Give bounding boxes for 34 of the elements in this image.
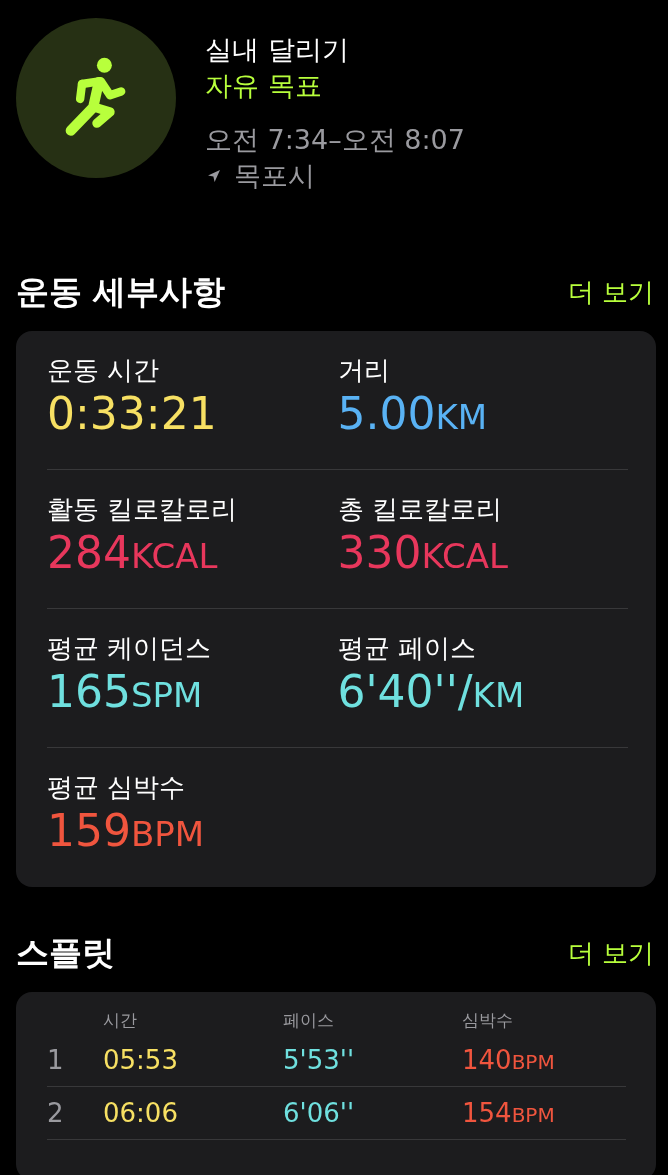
metric-label: 평균 페이스 <box>337 632 477 665</box>
column-header: 페이스 <box>283 1008 335 1032</box>
metric-value: 159BPM <box>47 804 206 858</box>
split-time: 05:53 <box>103 1045 179 1075</box>
location-arrow-icon <box>208 170 220 182</box>
workout-goal: 자유 목표 <box>205 69 323 103</box>
show-more-link[interactable]: 더 보기 <box>567 275 654 310</box>
metric-value: 0:33:21 <box>47 387 218 441</box>
split-heart-rate: 140BPM <box>462 1045 556 1075</box>
section-title: 스플릿 <box>16 932 115 974</box>
split-pace: 6'06'' <box>283 1098 356 1128</box>
split-number: 1 <box>47 1045 65 1075</box>
split-pace: 5'53'' <box>283 1045 356 1075</box>
workout-time: 오전 7:34–오전 8:07 <box>205 123 465 157</box>
column-header: 시간 <box>103 1008 138 1032</box>
metric-value: 6'40''/KM <box>337 665 526 719</box>
metric-label: 거리 <box>337 354 391 387</box>
split-number: 2 <box>47 1098 65 1128</box>
metric-value: 165SPM <box>47 665 204 719</box>
metric-label: 평균 케이던스 <box>47 632 213 665</box>
split-heart-rate: 154BPM <box>462 1098 556 1128</box>
metric-value: 5.00KM <box>337 387 489 441</box>
metric-label: 총 킬로칼로리 <box>337 493 503 526</box>
metric-value: 284KCAL <box>47 526 219 580</box>
show-more-link[interactable]: 더 보기 <box>567 936 654 971</box>
workout-title: 실내 달리기 <box>205 33 350 67</box>
metric-value: 330KCAL <box>337 526 509 580</box>
column-header: 심박수 <box>462 1008 514 1032</box>
metric-label: 평균 심박수 <box>47 771 187 804</box>
metric-label: 활동 킬로칼로리 <box>47 493 239 526</box>
section-title: 운동 세부사항 <box>16 271 226 313</box>
split-time: 06:06 <box>103 1098 179 1128</box>
metric-label: 운동 시간 <box>47 354 161 387</box>
workout-location: 목포시 <box>234 159 315 193</box>
